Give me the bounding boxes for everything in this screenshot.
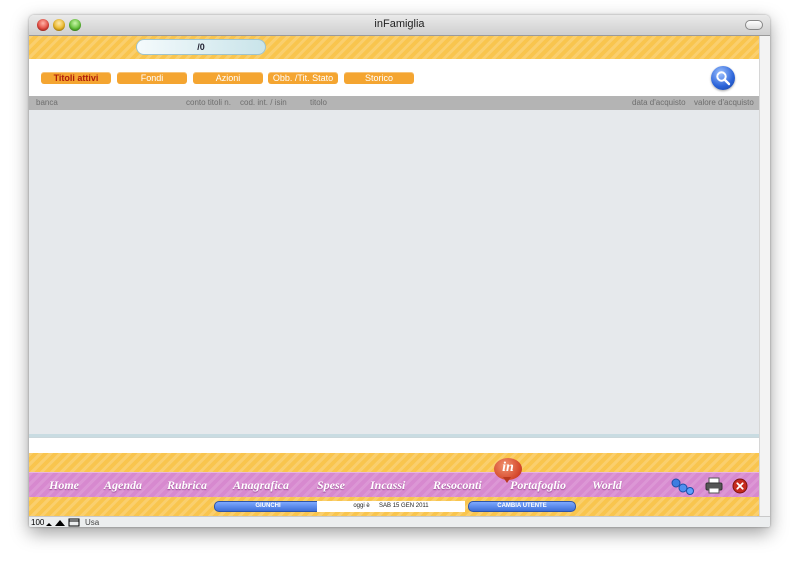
- user-button[interactable]: GIUNCHI: [214, 501, 322, 512]
- tab-fondi[interactable]: Fondi: [117, 72, 187, 84]
- column-data-acquisto[interactable]: data d'acquisto: [632, 98, 686, 107]
- change-user-button[interactable]: CAMBIA UTENTE: [468, 501, 576, 512]
- nav-spese[interactable]: Spese: [317, 478, 345, 493]
- nav-incassi[interactable]: Incassi: [370, 478, 405, 493]
- app-logo-tail: [503, 477, 511, 483]
- nav-agenda[interactable]: Agenda: [104, 478, 142, 493]
- nav-anagrafica[interactable]: Anagrafica: [233, 478, 289, 493]
- table-header: banca conto titoli n. cod. int. / isin t…: [29, 96, 759, 110]
- nav-portafoglio[interactable]: Portafoglio: [510, 478, 566, 493]
- zoom-controls-icon[interactable]: [45, 518, 81, 527]
- toolbar-toggle-button[interactable]: [745, 20, 763, 30]
- tab-obbligazioni[interactable]: Obb. /Tit. Stato: [268, 72, 338, 84]
- nav-rubrica[interactable]: Rubrica: [167, 478, 207, 493]
- today-label: oggi è: [353, 503, 370, 509]
- nav-world[interactable]: World: [592, 478, 622, 493]
- record-counter: /0: [136, 39, 266, 55]
- tab-titoli-attivi[interactable]: Titoli attivi: [41, 72, 111, 84]
- nav-resoconti[interactable]: Resoconti: [433, 478, 482, 493]
- users-icon[interactable]: [669, 477, 697, 495]
- column-titolo[interactable]: titolo: [310, 98, 327, 107]
- tab-storico[interactable]: Storico: [344, 72, 414, 84]
- column-conto-titoli[interactable]: conto titoli n.: [186, 98, 231, 107]
- search-button[interactable]: [711, 66, 735, 90]
- column-banca[interactable]: banca: [36, 98, 58, 107]
- summary-strip: [29, 437, 759, 454]
- top-band: /0: [29, 36, 759, 59]
- window-title: inFamiglia: [374, 18, 425, 30]
- app-window: inFamiglia /0 Titoli attivi Fondi Azioni…: [29, 15, 770, 527]
- tab-azioni[interactable]: Azioni: [193, 72, 263, 84]
- nav-home[interactable]: Home: [49, 478, 79, 493]
- date-value: SAB 15 GEN 2011: [379, 503, 429, 509]
- title-bar: inFamiglia: [29, 15, 770, 36]
- layout-mode[interactable]: Usa: [85, 517, 99, 527]
- close-icon[interactable]: [732, 478, 748, 494]
- vertical-scrollbar[interactable]: [759, 36, 770, 516]
- tab-bar: Titoli attivi Fondi Azioni Obb. /Tit. St…: [29, 59, 759, 96]
- titles-list[interactable]: [29, 110, 759, 434]
- today-date: oggi è SAB 15 GEN 2011: [317, 501, 465, 512]
- zoom-level[interactable]: 100: [31, 517, 44, 527]
- printer-icon[interactable]: [705, 477, 723, 494]
- status-bar: GIUNCHI oggi è SAB 15 GEN 2011 CAMBIA UT…: [29, 497, 759, 516]
- bottom-status-bar: 100 Usa: [29, 516, 770, 527]
- bottom-band: [29, 453, 759, 472]
- column-valore-acquisto[interactable]: valore d'acquisto: [694, 98, 754, 107]
- magnifier-icon: [716, 71, 731, 86]
- column-codice-isin[interactable]: cod. int. / isin: [240, 98, 287, 107]
- main-navigation: Home Agenda Rubrica Anagrafica Spese Inc…: [29, 472, 759, 498]
